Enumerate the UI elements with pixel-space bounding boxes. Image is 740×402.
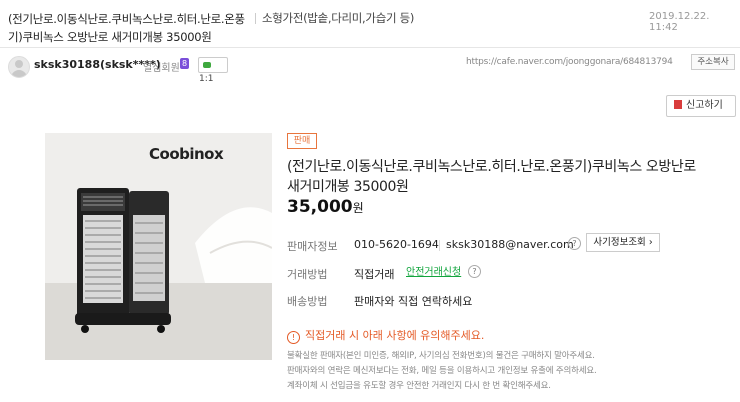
warning-message: ! 직접거래 시 아래 사항에 유의해주세요. xyxy=(287,327,484,344)
price-currency: 원 xyxy=(352,201,364,215)
copy-url-button[interactable]: 주소복사 xyxy=(691,54,735,70)
fraud-check-button[interactable]: 사기정보조회 › xyxy=(586,233,660,252)
post-category[interactable]: 소형가전(밥솥,다리미,가습기 등) xyxy=(262,10,414,26)
member-level: 열심회원 xyxy=(143,63,180,74)
exclamation-icon: ! xyxy=(287,331,300,344)
report-button[interactable]: 신고하기 xyxy=(666,95,736,117)
trade-method: 직접거래 xyxy=(354,268,395,281)
safe-trade-link[interactable]: 안전거래신청 xyxy=(406,263,461,278)
seller-email: sksk30188@naver.com xyxy=(446,238,574,251)
note-item: 계좌이체 시 선입금을 유도할 경우 안전한 거래인지 다시 한 번 확인해주세… xyxy=(287,381,551,391)
product-title: (전기난로.이동식난로.쿠비녹스난로.히터.난로.온풍기)쿠비녹스 오방난로 새… xyxy=(287,159,696,195)
trade-label: 거래방법 xyxy=(287,268,328,281)
help-icon[interactable]: ? xyxy=(568,237,581,250)
header-divider xyxy=(0,47,740,48)
chat-button[interactable]: 1:1 xyxy=(198,57,228,84)
sale-badge: 판매 xyxy=(287,133,317,149)
warning-text: 직접거래 시 아래 사항에 유의해주세요. xyxy=(305,329,485,342)
price-value: 35,000 xyxy=(287,197,353,217)
brand-logo: Coobinox xyxy=(149,145,224,163)
caution-notes: 불확실한 판매자(본인 미인증, 해외IP, 사기의심 전화번호)의 물건은 구… xyxy=(287,349,707,394)
seller-phone: 010-5620-1694 xyxy=(354,238,439,251)
delivery-value: 판매자와 직접 연락하세요 xyxy=(354,295,473,308)
divider xyxy=(439,240,440,251)
help-icon[interactable]: ? xyxy=(468,265,481,278)
note-item: 판매자와의 연락은 메신저보다는 전화, 메일 등을 이용하시고 개인정보 유출… xyxy=(287,366,597,376)
level-badge-icon: 8 xyxy=(180,58,189,69)
product-image[interactable]: Coobinox xyxy=(45,133,272,360)
product-price: 35,000원 xyxy=(287,197,364,217)
siren-icon xyxy=(674,100,682,109)
post-date: 2019.12.22. 11:42 xyxy=(649,11,710,33)
note-item: 불확실한 판매자(본인 미인증, 해외IP, 사기의심 전화번호)의 물건은 구… xyxy=(287,351,595,361)
delivery-label: 배송방법 xyxy=(287,295,328,308)
seller-label: 판매자정보 xyxy=(287,240,338,253)
chat-bubble-icon xyxy=(203,61,211,68)
chat-label: 1:1 xyxy=(199,74,214,84)
report-label: 신고하기 xyxy=(686,100,723,111)
post-title: (전기난로.이동식난로.쿠비녹스난로.히터.난로.온풍기)쿠비녹스 오방난로 새… xyxy=(8,12,245,44)
fraud-check-label: 사기정보조회 xyxy=(593,237,646,248)
avatar[interactable] xyxy=(8,56,30,78)
post-url: https://cafe.naver.com/joonggonara/68481… xyxy=(466,57,673,67)
heater-illustration xyxy=(45,133,272,360)
author-nickname[interactable]: sksk30188(sksk****) xyxy=(34,58,161,71)
divider xyxy=(255,13,256,24)
